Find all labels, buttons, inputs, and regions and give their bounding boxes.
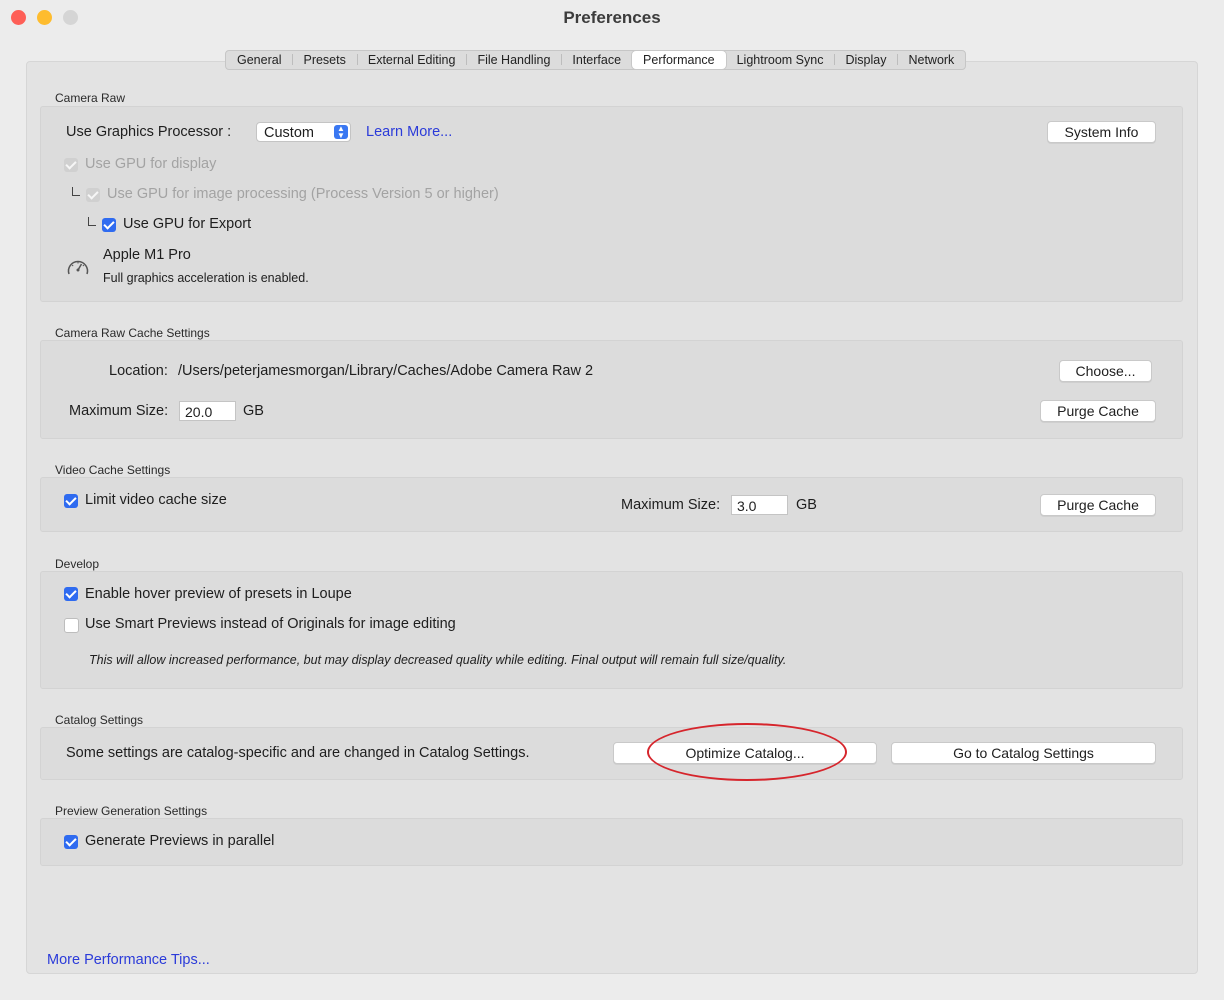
smart-previews-note: This will allow increased performance, b… [89,653,787,667]
gpu-processing-checkbox[interactable] [86,188,100,202]
more-performance-tips-link[interactable]: More Performance Tips... [47,952,210,968]
cache-location-label: Location: [109,363,168,379]
video-unit-label: GB [796,497,817,513]
cache-max-size-input[interactable]: 20.0 [179,401,236,421]
tab-performance[interactable]: Performance [632,51,726,69]
catalog-info-text: Some settings are catalog-specific and a… [66,745,530,761]
system-info-button[interactable]: System Info [1047,121,1156,143]
camera-raw-section-label: Camera Raw [55,91,126,105]
limit-video-cache-label: Limit video cache size [85,492,227,508]
learn-more-link[interactable]: Learn More... [366,124,452,140]
video-cache-section-label: Video Cache Settings [55,463,171,477]
gpu-display-checkbox[interactable] [64,158,78,172]
cache-max-size-label: Maximum Size: [69,403,169,419]
catalog-section-label: Catalog Settings [55,713,144,727]
tab-network[interactable]: Network [897,51,965,69]
tab-interface[interactable]: Interface [561,51,632,69]
tab-lightroom-sync[interactable]: Lightroom Sync [726,51,835,69]
tree-connector-icon [88,217,96,226]
purge-cache-button[interactable]: Purge Cache [1040,400,1156,422]
gpu-processing-label: Use GPU for image processing (Process Ve… [107,186,499,202]
gpu-display-label: Use GPU for display [85,156,217,172]
gpu-processor-value: Custom [264,125,314,141]
gpu-device-status: Full graphics acceleration is enabled. [103,271,309,285]
tab-display[interactable]: Display [834,51,897,69]
cache-section-label: Camera Raw Cache Settings [55,326,210,340]
cache-group [40,340,1183,439]
gpu-device-name: Apple M1 Pro [103,247,191,263]
tab-presets[interactable]: Presets [292,51,356,69]
gpu-export-checkbox[interactable] [102,218,116,232]
tab-external-editing[interactable]: External Editing [356,51,467,69]
hover-preview-checkbox[interactable] [64,587,78,601]
gpu-processor-select[interactable]: Custom ▲ ▼ [256,122,351,142]
gpu-processor-label: Use Graphics Processor : [66,124,232,140]
select-arrows-icon: ▲ ▼ [334,125,348,140]
tab-bar: General Presets External Editing File Ha… [225,50,967,70]
gpu-export-label: Use GPU for Export [123,216,252,232]
parallel-previews-label: Generate Previews in parallel [85,833,275,849]
tab-general[interactable]: General [226,51,292,69]
cache-unit-label: GB [243,403,264,419]
tree-connector-icon [72,187,80,196]
parallel-previews-checkbox[interactable] [64,835,78,849]
title-bar: Preferences [0,0,1224,36]
limit-video-cache-checkbox[interactable] [64,494,78,508]
video-max-size-input[interactable]: 3.0 [731,495,788,515]
smart-previews-label: Use Smart Previews instead of Originals … [85,616,456,632]
preferences-window: Preferences General Presets External Edi… [0,0,1224,1000]
video-max-size-label: Maximum Size: [621,497,721,513]
speedometer-icon [66,257,90,282]
optimize-catalog-button[interactable]: Optimize Catalog... [613,742,877,764]
hover-preview-label: Enable hover preview of presets in Loupe [85,586,352,602]
preview-section-label: Preview Generation Settings [55,804,208,818]
develop-section-label: Develop [55,557,100,571]
cache-location-path: /Users/peterjamesmorgan/Library/Caches/A… [178,363,594,379]
smart-previews-checkbox[interactable] [64,618,79,633]
tab-file-handling[interactable]: File Handling [466,51,561,69]
window-title: Preferences [563,8,661,27]
video-purge-cache-button[interactable]: Purge Cache [1040,494,1156,516]
go-to-catalog-settings-button[interactable]: Go to Catalog Settings [891,742,1156,764]
choose-button[interactable]: Choose... [1059,360,1152,382]
